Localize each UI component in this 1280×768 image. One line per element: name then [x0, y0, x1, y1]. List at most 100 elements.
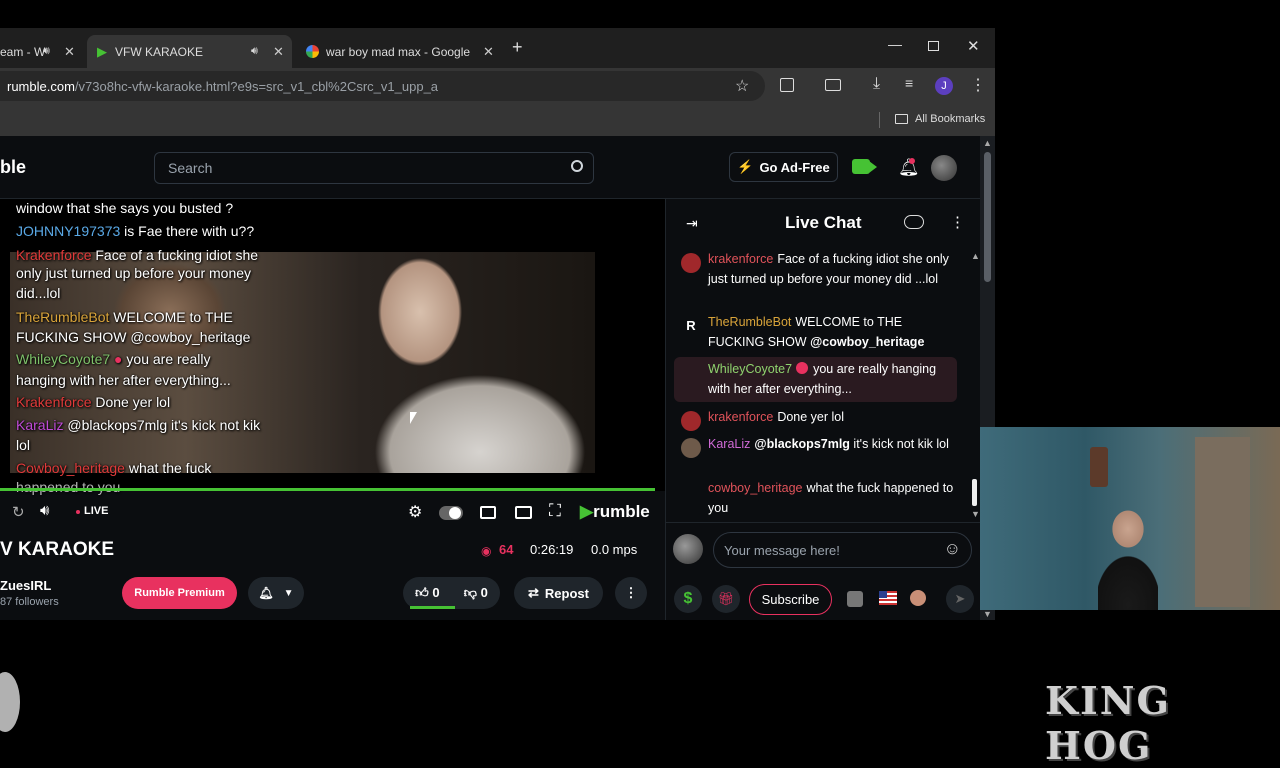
search-icon[interactable]	[571, 160, 583, 172]
chat-mention[interactable]: @blackops7mlg	[754, 437, 850, 451]
rumble-play-icon: ▶	[580, 502, 594, 521]
more-options-button[interactable]: ⋮	[615, 577, 647, 609]
flag-emote-icon[interactable]	[879, 591, 897, 605]
chat-message-input[interactable]: Your message here! ☺	[713, 532, 972, 568]
rumble-premium-button[interactable]: Rumble Premium	[122, 577, 237, 609]
close-icon[interactable]: ✕	[64, 44, 75, 60]
volume-icon[interactable]: 🔊︎	[40, 502, 49, 519]
chat-username[interactable]: cowboy_heritage	[708, 481, 803, 495]
fullscreen-icon[interactable]: ⛶	[549, 501, 561, 521]
rumble-brand-logo[interactable]: ▶rumble	[580, 502, 650, 522]
cast-icon[interactable]	[825, 79, 841, 91]
gift-icon[interactable]: 🎁︎	[712, 585, 740, 613]
close-window-button[interactable]: ✕	[967, 37, 980, 55]
emote-icon[interactable]	[847, 591, 863, 607]
dislike-button[interactable]: 👎︎ 0	[464, 585, 488, 601]
like-ratio-bar	[410, 606, 455, 609]
chat-message: KaraLiz @blackops7mlg it's kick not kik l…	[666, 435, 966, 458]
chat-username[interactable]: TheRumbleBot	[708, 315, 791, 329]
repost-button[interactable]: ⇄ Repost	[514, 577, 603, 609]
overlay-line: Krakenforce Done yer lol	[16, 394, 171, 410]
new-tab-button[interactable]: +	[512, 37, 523, 58]
restore-button[interactable]	[928, 41, 939, 51]
chat-title: Live Chat	[785, 213, 862, 232]
send-icon[interactable]: ➤	[946, 585, 974, 613]
close-icon[interactable]: ✕	[273, 44, 284, 60]
viewers-eye-icon: ◉	[481, 544, 492, 558]
messages-per-second: 0.0 mps	[591, 542, 638, 557]
chat-username[interactable]: KaraLiz	[708, 437, 750, 451]
stream-duration: 0:26:19	[530, 542, 574, 557]
scroll-thumb[interactable]	[984, 152, 991, 282]
minimize-button[interactable]: —	[888, 36, 902, 52]
video-player[interactable]: window that she says you busted ? JOHNNY…	[0, 199, 665, 495]
dislike-count: 0	[480, 585, 488, 600]
tab-label: war boy mad max - Google Sea	[326, 44, 471, 59]
like-button[interactable]: 👍︎ 0	[415, 585, 439, 601]
miniplayer-icon[interactable]	[480, 506, 496, 519]
tab-google-search[interactable]: war boy mad max - Google Sea ✕	[300, 35, 500, 68]
emoji-icon[interactable]: ☺	[944, 539, 961, 559]
scroll-up-icon[interactable]: ▲	[983, 138, 992, 148]
chat-scroll-down-icon[interactable]: ▼	[971, 509, 980, 519]
download-icon[interactable]: ⤓	[873, 75, 880, 93]
tab-previous[interactable]: eam - W 🔊︎ ✕	[0, 35, 85, 68]
door-frame	[1195, 437, 1250, 607]
go-live-icon[interactable]	[852, 159, 870, 174]
tab-label: eam - W	[0, 44, 46, 59]
settings-gear-icon[interactable]: ⚙	[408, 502, 422, 522]
all-bookmarks-link[interactable]: All Bookmarks	[915, 113, 985, 125]
replay-icon[interactable]: ↻	[12, 503, 25, 521]
speaker-icon: 🔊︎	[251, 45, 258, 57]
chat-scroll-up-icon[interactable]: ▲	[971, 251, 980, 261]
chat-message: krakenforce Face of a fucking idiot she o…	[666, 250, 966, 289]
close-icon[interactable]: ✕	[483, 44, 494, 60]
video-progress-bar[interactable]	[0, 488, 655, 491]
overlay-line: happened to you	[16, 479, 121, 495]
overlay-line: did...lol	[16, 285, 61, 301]
address-bar[interactable]: rumble.com/v73o8hc-vfw-karaoke.html?e9s=…	[0, 71, 765, 101]
browser-menu-icon[interactable]: ⋮	[970, 75, 986, 95]
chat-message: R TheRumbleBot WELCOME to THE FUCKING SHO…	[666, 313, 966, 352]
streamer-figure	[1098, 505, 1158, 610]
scroll-down-icon[interactable]: ▼	[983, 609, 992, 619]
subscribe-button[interactable]: Subscribe	[749, 584, 832, 615]
chat-username[interactable]: krakenforce	[708, 410, 773, 424]
face-emote-icon[interactable]	[910, 590, 926, 606]
star-icon[interactable]: ☆	[735, 76, 749, 96]
notification-dot	[909, 158, 915, 164]
tab-label: VFW KARAOKE	[115, 44, 204, 59]
overlay-line: Krakenforce Face of a fucking idiot she	[16, 247, 259, 263]
player-controls: ↻ 🔊︎ LIVE ⚙ ⛶ ▶rumble	[0, 494, 665, 532]
media-control-icon[interactable]: ≡	[905, 75, 913, 91]
autoplay-toggle[interactable]	[439, 506, 463, 520]
go-ad-free-button[interactable]: ⚡ Go Ad-Free	[729, 152, 838, 182]
rumble-logo[interactable]: ble	[0, 157, 26, 178]
viewer-count: 64	[499, 542, 514, 557]
king-hog-watermark-logo: KING HOG	[1045, 678, 1171, 768]
rant-dollar-button[interactable]: $	[674, 585, 702, 613]
chat-mode-toggle-icon[interactable]	[904, 215, 924, 229]
search-input[interactable]: Search	[154, 152, 594, 184]
rumble-favicon-icon: ▶	[97, 43, 107, 59]
speaker-icon: 🔊︎	[43, 45, 50, 57]
notifications-dropdown[interactable]: 🔔︎ ▼	[248, 577, 304, 609]
theater-mode-icon[interactable]	[515, 506, 532, 519]
profile-avatar[interactable]: J	[935, 77, 953, 95]
tab-vfw-karaoke[interactable]: ▶ VFW KARAOKE 🔊︎ ✕	[87, 35, 292, 68]
collapse-chat-icon[interactable]: ⇥	[686, 215, 698, 232]
chat-mention[interactable]: @cowboy_heritage	[810, 335, 924, 349]
thumbs-up-icon: 👍︎	[415, 585, 429, 600]
chat-username[interactable]: WhileyCoyote7	[708, 362, 792, 376]
user-avatar	[681, 253, 701, 273]
extensions-icon[interactable]	[780, 78, 794, 92]
chat-menu-icon[interactable]: ⋮	[950, 213, 965, 231]
overlay-line: JOHNNY197373 is Fae there with u??	[16, 223, 255, 239]
user-avatar[interactable]	[931, 155, 957, 181]
browser-tab-strip: eam - W 🔊︎ ✕ ▶ VFW KARAOKE 🔊︎ ✕ war boy …	[0, 28, 995, 68]
chat-username[interactable]: krakenforce	[708, 252, 773, 266]
wall-decor	[1090, 447, 1108, 487]
channel-name[interactable]: ZuesIRL	[0, 578, 51, 593]
chat-scroll-thumb[interactable]	[972, 479, 977, 506]
follower-count: 87 followers	[0, 596, 59, 608]
